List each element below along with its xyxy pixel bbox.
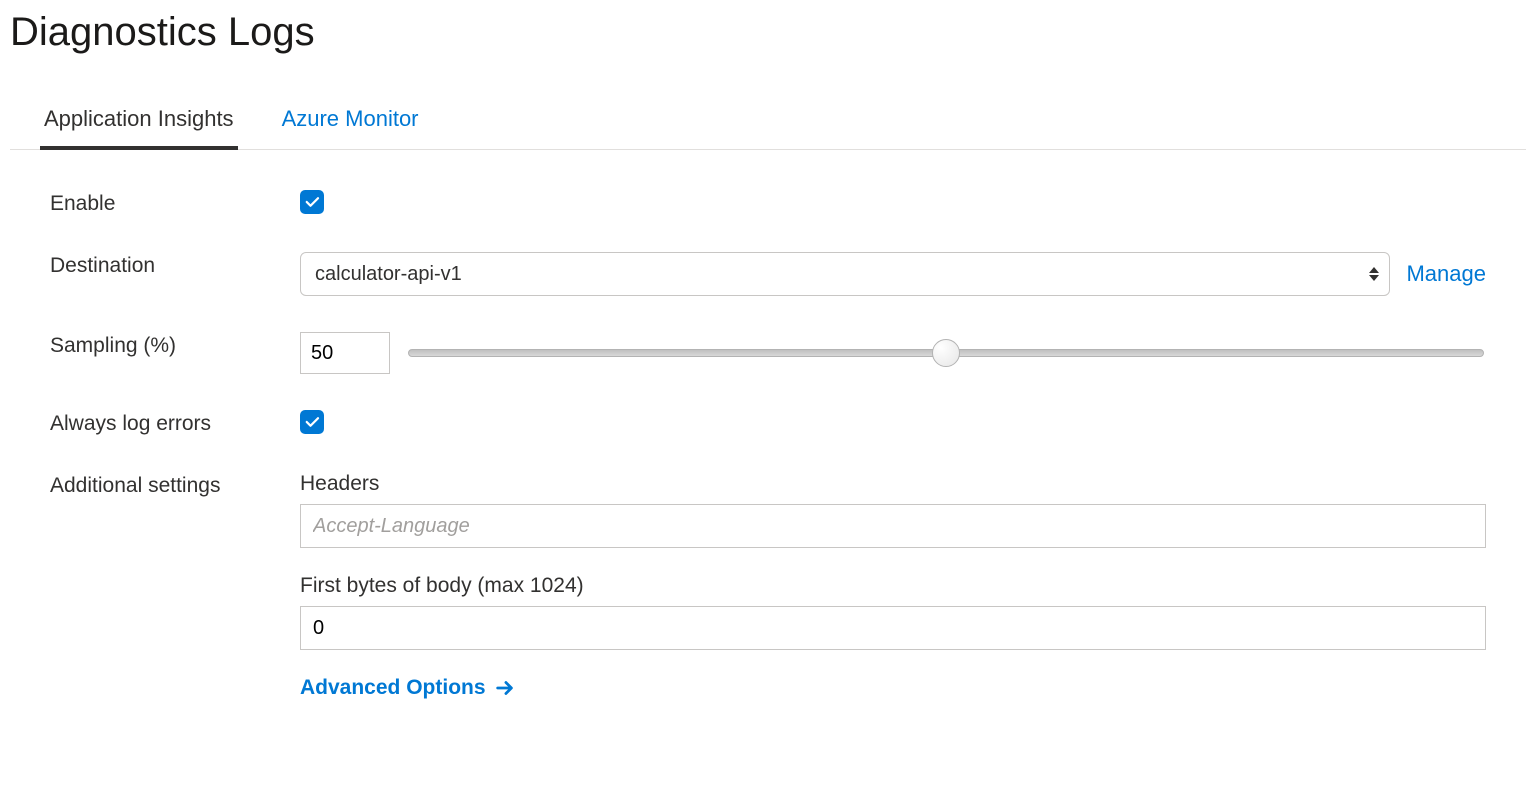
row-additional-settings: Additional settings Headers First bytes … (50, 472, 1526, 700)
headers-label: Headers (300, 472, 1486, 496)
tabs: Application Insights Azure Monitor (10, 95, 1526, 150)
sampling-slider-wrap (406, 347, 1486, 359)
destination-selected-value: calculator-api-v1 (315, 263, 462, 286)
row-sampling: Sampling (%) (50, 332, 1526, 374)
checkmark-icon (303, 193, 321, 211)
arrow-right-icon (494, 677, 516, 699)
tab-application-insights[interactable]: Application Insights (40, 96, 238, 150)
body-bytes-label: First bytes of body (max 1024) (300, 574, 1486, 598)
sampling-input[interactable] (300, 332, 390, 374)
enable-label: Enable (50, 190, 300, 216)
headers-input[interactable] (300, 504, 1486, 548)
enable-checkbox[interactable] (300, 190, 324, 214)
row-enable: Enable (50, 190, 1526, 216)
advanced-options-link[interactable]: Advanced Options (300, 676, 516, 700)
always-log-errors-label: Always log errors (50, 410, 300, 436)
destination-select[interactable]: calculator-api-v1 (300, 252, 1390, 296)
settings-form: Enable Destination calculator-api-v1 Man… (10, 190, 1526, 700)
manage-link[interactable]: Manage (1406, 261, 1486, 287)
page-title: Diagnostics Logs (10, 10, 1526, 55)
additional-settings-label: Additional settings (50, 472, 300, 498)
checkmark-icon (303, 413, 321, 431)
sampling-label: Sampling (%) (50, 332, 300, 358)
advanced-options-label: Advanced Options (300, 676, 486, 700)
tab-azure-monitor[interactable]: Azure Monitor (278, 96, 423, 150)
body-bytes-input[interactable] (300, 606, 1486, 650)
row-destination: Destination calculator-api-v1 Manage (50, 252, 1526, 296)
always-log-errors-checkbox[interactable] (300, 410, 324, 434)
sampling-slider[interactable] (408, 349, 1484, 357)
headers-section: Headers (300, 472, 1486, 548)
updown-icon (1369, 267, 1379, 281)
destination-label: Destination (50, 252, 300, 278)
row-always-log-errors: Always log errors (50, 410, 1526, 436)
body-bytes-section: First bytes of body (max 1024) (300, 574, 1486, 650)
